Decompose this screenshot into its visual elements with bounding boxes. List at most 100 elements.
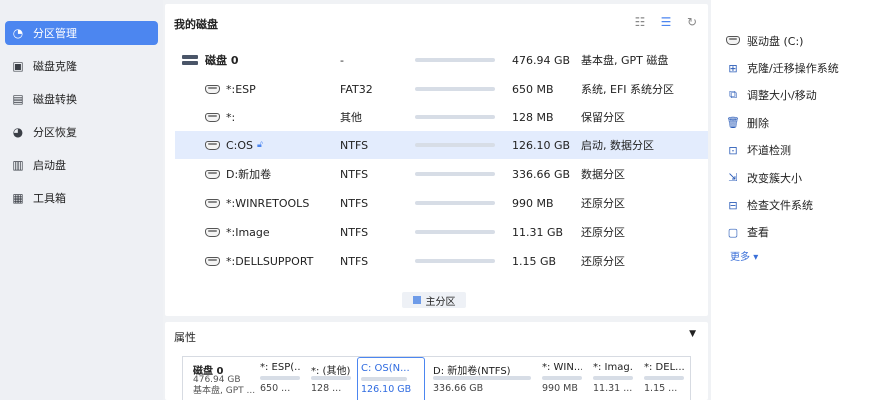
row-filesystem: 其他 [340, 111, 362, 124]
row-size: 126.10 GB [512, 138, 571, 152]
action-label: 坏道检测 [747, 144, 791, 158]
nav-item-disk-convert[interactable]: ▤ 磁盘转换 [5, 87, 158, 111]
partition-icon: ◔ [12, 26, 24, 40]
nav-item-label: 磁盘转换 [33, 93, 77, 106]
nav-item-disk-clone[interactable]: ▣ 磁盘克隆 [5, 54, 158, 78]
partition-name: *: Imag... [593, 362, 633, 373]
disk-map-partition[interactable]: *: WIN... 990 MB [540, 357, 582, 400]
row-filesystem: NTFS [340, 167, 369, 181]
more-label: 更多 [730, 252, 750, 264]
row-name: *:Image [226, 225, 270, 239]
table-row[interactable]: *:DELLSUPPORT NTFS 1.15 GB 还原分区 [175, 247, 708, 275]
partition-size: 11.31 ... [593, 383, 633, 394]
nav-item-partition-manage[interactable]: ◔ 分区管理 [5, 21, 158, 45]
action-label: 查看 [747, 226, 769, 240]
partition-drive-icon [205, 84, 220, 94]
action-delete[interactable]: 🗑︎ 删除 [711, 109, 885, 136]
row-size: 1.15 GB [512, 254, 557, 268]
view-toolbar: ☷ ☰ ↻ [634, 15, 698, 29]
disk-map-partition[interactable]: *: Imag... 11.31 ... [591, 357, 633, 400]
action-view[interactable]: ▢ 查看 [711, 219, 885, 246]
hard-disk-icon [182, 54, 198, 66]
action-label: 删除 [747, 116, 769, 130]
row-type: 系统, EFI 系统分区 [581, 83, 675, 96]
disk-map-disk-type: 基本盘, GPT ... [193, 386, 255, 396]
partition-drive-icon [205, 256, 220, 266]
partition-size: 1.15 ... [644, 383, 678, 394]
drive-icon [726, 34, 740, 48]
partition-name: *: (其他) [311, 366, 351, 377]
table-row[interactable]: *: 其他 128 MB 保留分区 [175, 103, 708, 131]
action-clone-migrate-os[interactable]: ⊞ 克隆/迁移操作系统 [711, 54, 885, 81]
properties-panel: 属性 ▼ 磁盘 0 476.94 GB 基本盘, GPT ... *: ESP(… [165, 322, 708, 400]
action-bad-sector-check[interactable]: ⊡ 坏道检测 [711, 137, 885, 164]
nav-item-label: 启动盘 [33, 159, 66, 172]
nav-item-label: 工具箱 [33, 192, 66, 205]
table-row[interactable]: D:新加卷 NTFS 336.66 GB 数据分区 [175, 160, 708, 188]
partition-name: D: 新加卷(NTFS) [433, 366, 511, 377]
filesystem-icon: ⊟ [728, 198, 738, 212]
row-type: 还原分区 [581, 197, 625, 210]
refresh-icon[interactable]: ↻ [686, 15, 698, 29]
partition-drive-icon [205, 198, 220, 208]
nav-item-toolbox[interactable]: ▦ 工具箱 [5, 186, 158, 210]
usage-bar [415, 230, 495, 234]
action-check-filesystem[interactable]: ⊟ 检查文件系统 [711, 191, 885, 218]
usage-bar [415, 201, 495, 205]
partition-name: *: ESP(... [260, 362, 300, 373]
action-label: 驱动盘 (C:) [747, 34, 804, 48]
partition-size: 650 ... [260, 383, 291, 394]
row-size: 990 MB [512, 196, 554, 210]
trash-icon: 🗑︎ [726, 116, 740, 130]
row-filesystem: NTFS [340, 225, 369, 239]
nav-item-boot-disk[interactable]: ▥ 启动盘 [5, 153, 158, 177]
disk-map-disk[interactable]: 磁盘 0 476.94 GB 基本盘, GPT ... [191, 357, 255, 400]
action-label: 调整大小/移动 [747, 89, 817, 103]
disk-map-partition[interactable]: *: (其他) 128 ... [309, 357, 351, 400]
partition-drive-icon [205, 169, 220, 179]
grid-view-icon[interactable]: ☷ [634, 15, 646, 29]
action-drive-c[interactable]: 驱动盘 (C:) [711, 27, 885, 54]
table-row-selected[interactable]: C:OS 🔓︎ NTFS 126.10 GB 启动, 数据分区 [175, 131, 708, 159]
row-name: 磁盘 0 [205, 54, 239, 67]
disk-map-partition[interactable]: *: ESP(... 650 ... [258, 357, 300, 400]
table-row[interactable]: *:WINRETOOLS NTFS 990 MB 还原分区 [175, 189, 708, 217]
partition-usage-bar [542, 376, 582, 380]
disk-map-partition[interactable]: *: DEL... 1.15 ... [642, 357, 684, 400]
partition-name: C: OS(N... [361, 363, 410, 374]
partition-size: 990 MB [542, 383, 578, 394]
more-dropdown[interactable]: 更多 ▾ [711, 248, 885, 263]
boot-disk-icon: ▥ [12, 158, 24, 172]
disk-map: 磁盘 0 476.94 GB 基本盘, GPT ... *: ESP(... 6… [182, 356, 691, 400]
partition-name: *: DEL... [644, 362, 684, 373]
partition-drive-icon [205, 140, 220, 150]
row-name: C:OS [226, 138, 254, 152]
collapse-arrow-icon[interactable]: ▼ [689, 329, 696, 339]
partition-usage-bar [593, 376, 633, 380]
disk-map-partition-selected[interactable]: C: OS(N... 126.10 GB [357, 357, 425, 400]
action-resize-move[interactable]: ⧉ 调整大小/移动 [711, 82, 885, 109]
disk-map-partition[interactable]: D: 新加卷(NTFS) 336.66 GB [431, 357, 535, 400]
table-row-disk[interactable]: 磁盘 0 - 476.94 GB 基本盘, GPT 磁盘 [175, 46, 708, 74]
toolbox-icon: ▦ [12, 191, 24, 205]
usage-bar [415, 143, 495, 147]
action-change-cluster-size[interactable]: ⇲ 改变簇大小 [711, 164, 885, 191]
disk-map-disk-name: 磁盘 0 [193, 366, 224, 377]
windows-icon: ⊞ [728, 61, 738, 75]
row-size: 11.31 GB [512, 225, 564, 239]
lock-icon: 🔓︎ [257, 140, 263, 150]
table-row[interactable]: *:Image NTFS 11.31 GB 还原分区 [175, 218, 708, 246]
usage-bar [415, 58, 495, 62]
partition-size: 336.66 GB [433, 383, 484, 394]
chevron-down-icon: ▾ [753, 252, 759, 264]
row-filesystem: FAT32 [340, 82, 373, 96]
table-row[interactable]: *:ESP FAT32 650 MB 系统, EFI 系统分区 [175, 75, 708, 103]
partition-usage-bar [644, 376, 684, 380]
row-filesystem: NTFS [340, 196, 369, 210]
nav-item-label: 分区恢复 [33, 126, 77, 139]
nav-item-partition-recovery[interactable]: ◕ 分区恢复 [5, 120, 158, 144]
list-view-icon[interactable]: ☰ [660, 15, 672, 29]
properties-title: 属性 [174, 331, 196, 344]
view-icon: ▢ [727, 225, 739, 239]
row-size: 650 MB [512, 82, 554, 96]
